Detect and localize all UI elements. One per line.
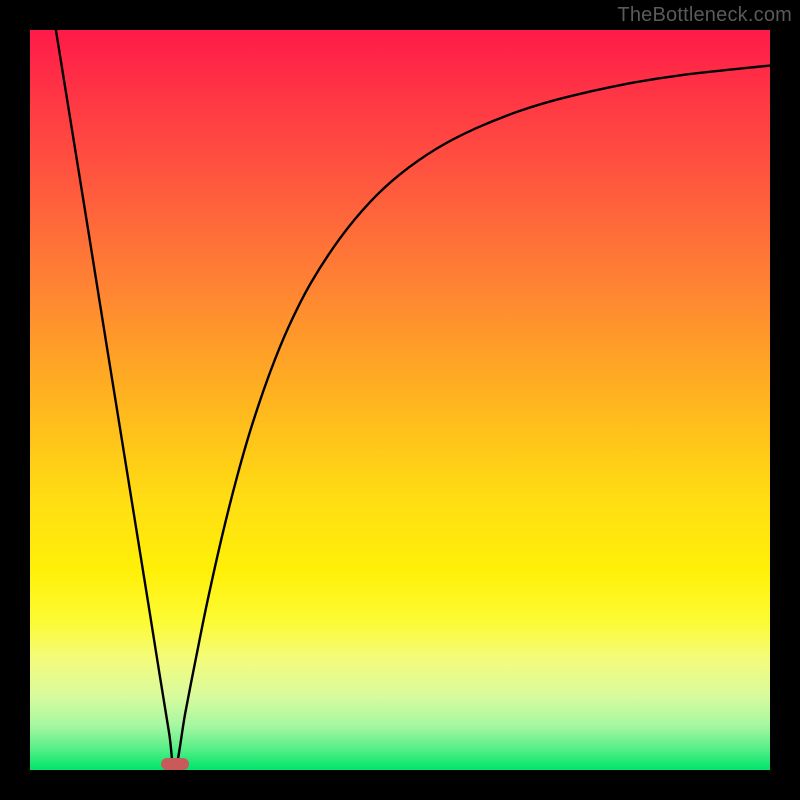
minimum-marker [161, 758, 189, 770]
watermark-text: TheBottleneck.com [617, 4, 792, 27]
chart-frame [30, 30, 770, 770]
bottleneck-curve [30, 30, 770, 770]
curve-path [56, 30, 770, 770]
